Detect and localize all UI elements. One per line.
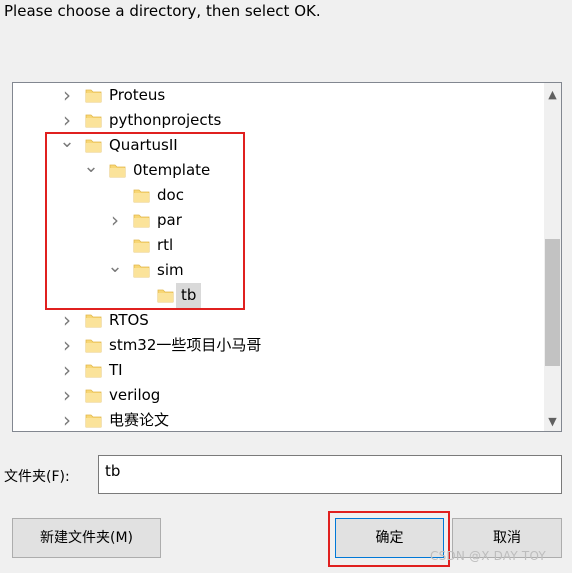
scroll-thumb[interactable]	[545, 239, 560, 366]
tree-item[interactable]: › TI	[13, 358, 541, 383]
folder-input[interactable]: tb	[98, 455, 562, 494]
tree-item[interactable]: › RTOS	[13, 308, 541, 333]
chevron-right-icon[interactable]: ›	[59, 333, 75, 358]
folder-icon	[85, 337, 102, 354]
tree-item[interactable]: › Proteus	[13, 83, 541, 108]
folder-icon	[85, 312, 102, 329]
tree-item-label: 电赛论文	[109, 411, 170, 429]
tree-item[interactable]: › verilog	[13, 383, 541, 408]
folder-icon	[85, 112, 102, 129]
tree-scrollbar[interactable]: ▲ ▼	[544, 83, 561, 431]
folder-icon	[85, 362, 102, 379]
scroll-up-icon[interactable]: ▲	[544, 86, 561, 103]
directory-tree[interactable]: › Proteus › pythonprojects ⌄ QuartusII ⌄ 0templ…	[12, 82, 562, 432]
chevron-right-icon[interactable]: ›	[59, 408, 75, 431]
folder-icon	[85, 412, 102, 429]
folder-icon	[85, 387, 102, 404]
new-folder-button[interactable]: 新建文件夹(M)	[12, 518, 161, 558]
tree-item-label: Proteus	[109, 86, 166, 104]
chevron-right-icon[interactable]: ›	[59, 308, 75, 333]
chevron-right-icon[interactable]: ›	[59, 383, 75, 408]
dialog-prompt: Please choose a directory, then select O…	[4, 2, 321, 20]
highlight-box-quartus	[45, 132, 245, 310]
tree-item-label: verilog	[109, 386, 161, 404]
tree-item[interactable]: › stm32一些项目小马哥	[13, 333, 541, 358]
folder-icon	[85, 87, 102, 104]
watermark: CSDN @X DAY TOY	[430, 549, 546, 563]
tree-item-label: RTOS	[109, 311, 149, 329]
tree-item-label: stm32一些项目小马哥	[109, 336, 262, 354]
chevron-right-icon[interactable]: ›	[59, 358, 75, 383]
chevron-right-icon[interactable]: ›	[59, 108, 75, 133]
tree-item-label: TI	[109, 361, 123, 379]
scroll-down-icon[interactable]: ▼	[544, 413, 561, 430]
tree-item[interactable]: › pythonprojects	[13, 108, 541, 133]
chevron-right-icon[interactable]: ›	[59, 83, 75, 108]
folder-field-label: 文件夹(F):	[4, 469, 70, 485]
tree-item[interactable]: › 电赛论文	[13, 408, 541, 431]
tree-item-label: pythonprojects	[109, 111, 222, 129]
